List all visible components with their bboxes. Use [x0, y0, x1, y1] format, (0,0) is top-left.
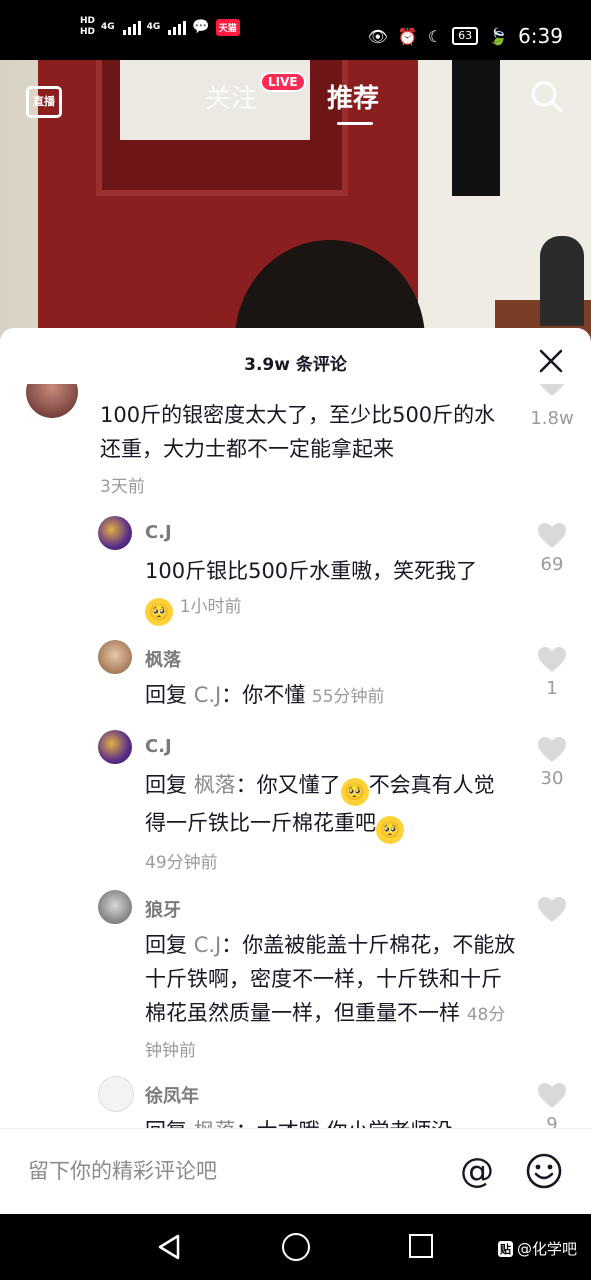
reply-text[interactable]: 回复 C.J：你不懂 55分钟前	[145, 678, 505, 714]
home-icon[interactable]	[282, 1233, 310, 1261]
reply-body: 100斤银比500斤水重嗷，笑死我了	[145, 559, 478, 583]
comments-sheet: 3.9w 条评论 1.8w 100斤的银密度太大了，至少比500斤的水还重，大力…	[0, 328, 591, 1214]
heart-icon[interactable]	[537, 896, 567, 924]
avatar[interactable]	[98, 640, 132, 674]
like-count: 1	[546, 678, 558, 699]
commenter-name[interactable]: 枫落	[145, 646, 181, 672]
live-entry-button[interactable]: 直播	[26, 76, 62, 118]
reply-target[interactable]: C.J	[194, 933, 222, 957]
heart-icon[interactable]	[537, 1082, 567, 1110]
reply-target[interactable]: 枫落	[194, 1119, 236, 1128]
reply-prefix: 回复	[145, 773, 187, 797]
reply-text[interactable]: 100斤银比500斤水重嗷，笑死我了 🥺 1小时前	[145, 554, 505, 626]
comment-text[interactable]: 100斤的银密度太大了，至少比500斤的水还重，大力士都不一定能拿起来	[100, 398, 510, 466]
avatar[interactable]	[98, 1076, 134, 1112]
comment-input[interactable]: 留下你的精彩评论吧	[28, 1155, 217, 1185]
commenter-name[interactable]: C.J	[145, 736, 172, 757]
live-badge: LIVE	[260, 72, 306, 92]
status-left: HD HD 4G 4G 💬 天猫	[80, 16, 240, 38]
video-player[interactable]: 直播 关注 LIVE 推荐	[0, 60, 591, 350]
comments-count-title: 3.9w 条评论	[244, 355, 347, 375]
hd-top-label: HD	[80, 16, 96, 26]
hd-bottom-label: HD	[80, 27, 96, 37]
clock: 6:39	[518, 24, 563, 48]
avatar[interactable]	[98, 890, 132, 924]
comment-time: 3天前	[100, 477, 145, 497]
network-type-1: 4G	[101, 22, 115, 32]
signal-icon-2	[168, 19, 187, 35]
heart-icon[interactable]	[537, 522, 567, 550]
search-icon[interactable]	[530, 80, 564, 114]
tab-recommend[interactable]: 推荐	[327, 78, 379, 115]
like-count: 30	[540, 768, 564, 789]
heart-icon[interactable]	[537, 736, 567, 764]
commenter-name[interactable]: C.J	[145, 522, 172, 543]
leaf-icon: 🍃	[488, 26, 509, 46]
alarm-icon: ⏰	[397, 26, 418, 46]
reply-prefix: 回复	[145, 933, 187, 957]
reply-body: ：你不懂	[221, 683, 306, 707]
eye-icon: 👁	[367, 26, 388, 46]
tab-follow[interactable]: 关注	[205, 78, 257, 115]
commenter-name[interactable]: 狼牙	[145, 896, 181, 922]
reply-time: 1小时前	[179, 597, 242, 617]
signal-icon	[122, 19, 141, 35]
reply-time: 49分钟前	[145, 853, 218, 873]
pleading-emoji-icon: 🥺	[376, 816, 404, 844]
like-count: 1.8w	[530, 408, 574, 429]
heart-icon[interactable]	[537, 646, 567, 674]
watermark-badge: 贴	[498, 1240, 513, 1257]
reply-prefix: 回复	[145, 1119, 187, 1128]
hd-indicator: HD HD	[80, 16, 95, 38]
tmall-icon: 天猫	[215, 18, 240, 36]
avatar[interactable]	[26, 384, 78, 418]
pleading-emoji-icon: 🥺	[145, 598, 173, 626]
reply-target[interactable]: 枫落	[194, 773, 236, 797]
battery-icon: 63	[452, 27, 479, 45]
video-tv	[452, 60, 500, 196]
reply-target[interactable]: C.J	[194, 683, 222, 707]
heart-icon[interactable]	[537, 384, 567, 398]
like-count: 9	[546, 1114, 558, 1128]
reply-body-a: ：你又懂了	[235, 773, 341, 797]
avatar[interactable]	[98, 516, 132, 550]
back-icon[interactable]	[157, 1234, 181, 1260]
emoji-icon[interactable]	[526, 1153, 562, 1189]
wechat-icon: 💬	[192, 19, 210, 35]
network-type-2: 4G	[146, 22, 161, 32]
status-bar: HD HD 4G 4G 💬 天猫 👁 ⏰ ☾ 63 🍃 6:39	[0, 0, 591, 60]
like-count: 69	[540, 554, 564, 575]
comment-input-bar: 留下你的精彩评论吧 @	[0, 1128, 591, 1215]
reply-text[interactable]: 回复 枫落：大才哦 你小学老师没	[145, 1114, 520, 1128]
reply-time: 55分钟前	[311, 687, 385, 707]
moon-icon: ☾	[427, 26, 443, 46]
commenter-name[interactable]: 徐凤年	[145, 1082, 199, 1108]
tab-active-indicator	[337, 122, 373, 125]
comment-list[interactable]: 1.8w 100斤的银密度太大了，至少比500斤的水还重，大力士都不一定能拿起来…	[0, 384, 591, 1128]
status-right: 👁 ⏰ ☾ 63 🍃 6:39	[368, 24, 563, 48]
reply-body: ：大才哦 你小学老师没	[236, 1119, 453, 1128]
mention-button[interactable]: @	[460, 1151, 494, 1191]
reply-prefix: 回复	[145, 683, 187, 707]
reply-text[interactable]: 回复 C.J：你盖被能盖十斤棉花，不能放十斤铁啊，密度不一样，十斤铁和十斤棉花虽…	[145, 928, 520, 1068]
system-nav-bar: 贴 @化学吧	[0, 1214, 591, 1280]
video-person	[540, 236, 584, 326]
recent-apps-icon[interactable]	[409, 1234, 433, 1258]
watermark-text: @化学吧	[517, 1240, 578, 1258]
pleading-emoji-icon: 🥺	[340, 778, 369, 806]
close-icon[interactable]	[538, 348, 564, 374]
watermark: 贴 @化学吧	[498, 1238, 577, 1259]
avatar[interactable]	[98, 730, 132, 764]
live-tv-icon: 直播	[26, 86, 62, 118]
reply-text[interactable]: 回复 枫落：你又懂了 🥺 不会真有人觉得一斤铁比一斤棉花重吧 🥺 49分钟前	[145, 768, 505, 880]
